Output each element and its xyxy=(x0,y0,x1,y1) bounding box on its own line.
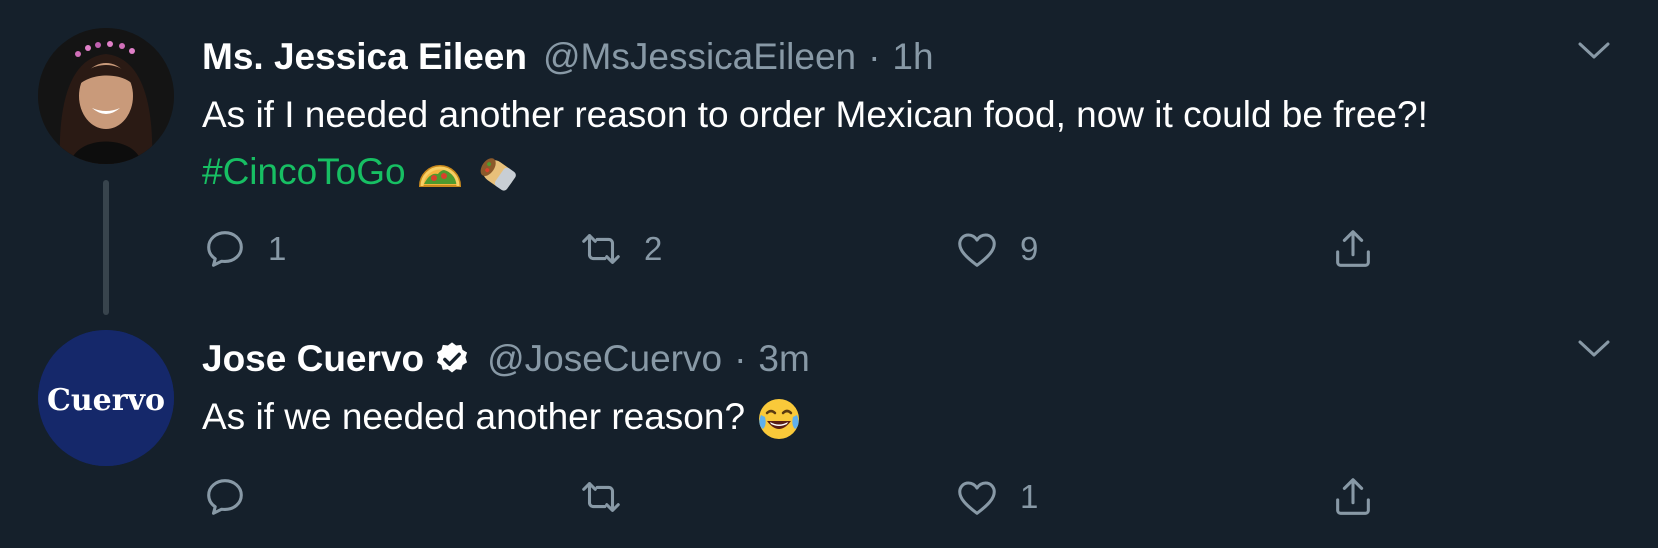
retweet-count: 2 xyxy=(644,230,663,267)
author-name[interactable]: Ms. Jessica Eileen xyxy=(202,36,527,78)
retweet-icon xyxy=(582,234,620,264)
header-separator: · xyxy=(868,36,881,77)
heart-icon xyxy=(958,233,996,267)
tweet-header: Jose Cuervo @JoseCuervo · 3m xyxy=(202,334,810,384)
author-handle[interactable]: @JoseCuervo xyxy=(487,338,722,380)
tweet-jessica[interactable]: Ms. Jessica Eileen @MsJessicaEileen · 1h… xyxy=(0,0,1658,315)
reply-icon xyxy=(207,231,243,267)
share-button[interactable] xyxy=(1330,224,1396,274)
tweet-header: Ms. Jessica Eileen @MsJessicaEileen · 1h xyxy=(202,32,934,82)
chevron-down-icon[interactable] xyxy=(1574,328,1614,368)
thread-connector-line xyxy=(103,180,109,315)
author-handle[interactable]: @MsJessicaEileen xyxy=(543,36,856,78)
avatar-jessica[interactable] xyxy=(38,28,174,164)
like-button[interactable]: 1 xyxy=(954,472,1038,522)
tweet-jose-cuervo[interactable]: Cuervo Jose Cuervo @JoseCuervo · 3m As i… xyxy=(0,310,1658,548)
reply-count: 1 xyxy=(268,230,287,267)
reply-button[interactable] xyxy=(202,472,268,522)
tweet-text: As if we needed another reason? xyxy=(202,388,1532,445)
tweet-text: As if I needed another reason to order M… xyxy=(202,86,1532,200)
retweet-button[interactable] xyxy=(578,472,644,522)
share-icon xyxy=(1336,478,1370,515)
heart-icon xyxy=(958,481,996,515)
avatar-jose-cuervo[interactable]: Cuervo xyxy=(38,330,174,466)
tweet-text-main: As if I needed another reason to order M… xyxy=(202,94,1428,135)
burrito-emoji-icon xyxy=(480,158,517,191)
share-icon xyxy=(1336,230,1370,267)
tweet-timestamp[interactable]: 1h xyxy=(892,36,933,78)
like-button[interactable]: 9 xyxy=(954,224,1038,274)
taco-emoji-icon xyxy=(418,165,461,188)
tweet-timestamp[interactable]: 3m xyxy=(758,338,809,380)
tweet-actions: 1 xyxy=(202,472,1402,522)
like-count: 9 xyxy=(1020,230,1039,267)
author-name[interactable]: Jose Cuervo xyxy=(202,338,424,380)
reply-button[interactable]: 1 xyxy=(202,224,286,274)
tweet-text-main: As if we needed another reason? xyxy=(202,396,746,437)
chevron-down-icon[interactable] xyxy=(1574,30,1614,70)
header-separator: · xyxy=(734,338,747,379)
cuervo-logo-text: Cuervo xyxy=(47,383,165,418)
like-count: 1 xyxy=(1020,478,1039,515)
verified-badge-icon xyxy=(437,342,468,373)
tweet-actions: 1 2 9 xyxy=(202,224,1402,274)
reply-icon xyxy=(207,479,243,515)
hashtag-link[interactable]: #CincoToGo xyxy=(202,151,406,192)
retweet-icon xyxy=(582,482,620,512)
retweet-button[interactable]: 2 xyxy=(578,224,662,274)
share-button[interactable] xyxy=(1330,472,1396,522)
face-with-tears-of-joy-emoji-icon xyxy=(759,399,800,440)
